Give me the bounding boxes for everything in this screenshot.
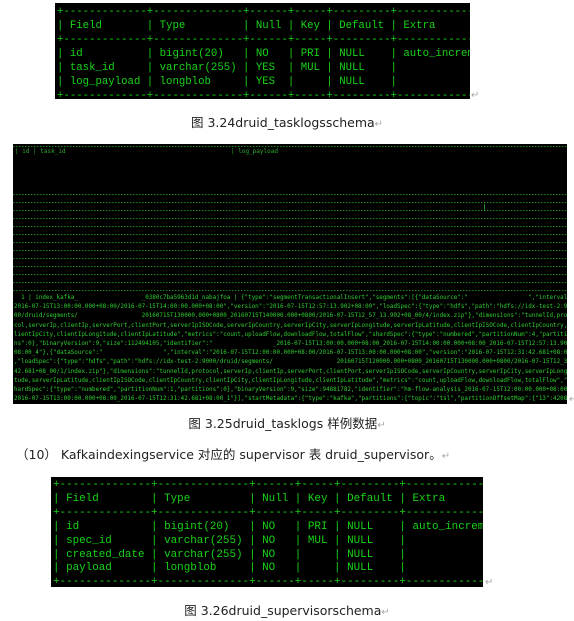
log-line: 42.681+08_00/1/index.zip"},"dimensions":…	[14, 368, 567, 375]
log-line: 08:00_4"},{"dataSource":" ","interval":"…	[14, 350, 567, 357]
figure-caption-3-25: 图 3.25druid_tasklogs 样例数据↵	[0, 413, 574, 432]
caption-text: 3.25druid_tasklogs 样例数据	[204, 416, 378, 431]
body-paragraph: （10） Kafkaindexingservice 对应的 supervisor…	[0, 444, 574, 463]
log-line: 2016-07-15T13:00:00.000+08:00_2016-07-15…	[14, 396, 567, 403]
paragraph-mark: ↵	[381, 607, 390, 618]
paragraph-mark: ↵	[485, 577, 494, 588]
log-rows: 1 | index_kafka_ _0380c7ba5963d1d_nabajf…	[13, 294, 567, 404]
log-line: ,"loadSpec":{"type":"hdfs","path":"hdfs:…	[14, 359, 567, 366]
caption-prefix: 图	[190, 115, 204, 130]
paragraph-mark: ↵	[441, 451, 451, 462]
table-border	[13, 266, 567, 267]
table-border	[13, 258, 567, 259]
caption-text: 3.24druid_tasklogsschema	[207, 115, 375, 130]
figure-caption-3-24: 图 3.24druid_tasklogsschema↵	[0, 112, 574, 131]
table-border	[13, 250, 567, 251]
table-border	[13, 218, 567, 219]
table-border	[13, 194, 567, 195]
log-line: 00/druid/segments/ 20160715T130000.000+0…	[14, 313, 567, 320]
header-id-task-id: | id | task_id	[15, 148, 66, 155]
list-number: （10）	[16, 447, 57, 462]
paragraph-mark: ↵	[471, 90, 480, 101]
log-line: 2016-07-15T13:00:00.000+08:00/2016-07-15…	[14, 304, 567, 311]
paragraph-mark: ↵	[374, 119, 384, 130]
caption-prefix: 图	[188, 416, 201, 431]
paragraph-mark: ↵	[377, 420, 386, 431]
caption-text: 3.26druid_supervisorschema	[200, 603, 382, 618]
table-border	[13, 226, 567, 227]
table-border	[13, 210, 567, 211]
tasklogs-sample-screenshot: | id | task_id | log_payload 1 | index_k…	[13, 144, 567, 404]
caption-prefix: 图	[184, 603, 197, 618]
paragraph-text: Kafkaindexingservice 对应的 supervisor 表 dr…	[60, 447, 442, 462]
log-line: col,serverIp,clientIp,serverPort,clientP…	[14, 322, 567, 329]
supervisor-schema-screenshot: +--------------+--------------+------+--…	[51, 477, 483, 587]
figure-caption-3-26: 图 3.26druid_supervisorschema↵	[0, 600, 574, 619]
table-border	[13, 202, 567, 203]
table-border	[13, 234, 567, 235]
header-log-payload: | log_payload	[231, 148, 278, 155]
table-border	[13, 146, 567, 147]
schema-table-text: +--------------+--------------+------+--…	[53, 479, 483, 587]
log-line: hardSpec":{"type":"numbered","partitionN…	[14, 387, 567, 394]
paragraph-mark: ↵	[569, 394, 574, 405]
table-border	[13, 282, 567, 283]
log-line: lientIpCity,clientIpLongitude,clientIpLa…	[14, 331, 567, 338]
log-line: ns":0},"binaryVersion":9,"size":11249410…	[14, 341, 567, 348]
log-line: tude,serverIpLatitude,clientIpISOCode,cl…	[14, 377, 567, 384]
log-line: 1 | index_kafka_ _0380c7ba5963d1d_nabajf…	[14, 295, 567, 301]
table-border	[13, 242, 567, 243]
column-separator	[484, 204, 485, 210]
table-border	[13, 274, 567, 275]
schema-table-text: +-------------+--------------+------+---…	[57, 6, 470, 99]
table-border	[13, 290, 567, 291]
tasklogs-schema-screenshot: +-------------+--------------+------+---…	[55, 3, 470, 99]
